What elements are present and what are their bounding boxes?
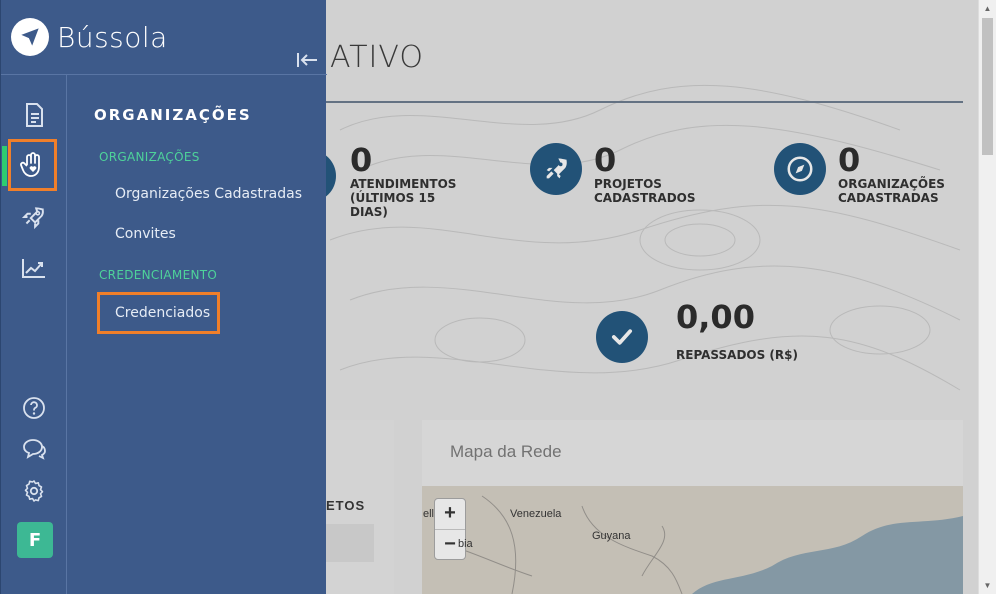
scroll-thumb[interactable] [982,18,993,155]
gear-icon[interactable] [18,475,50,507]
sidebar: Bússola F ORGANIZAÇÕES ORGANIZAÇÕES Orga… [0,0,327,594]
menu-item-credenciados[interactable]: Credenciados [115,305,210,321]
icon-rail [1,75,67,594]
section-header-credenciamento: CREDENCIAMENTO [99,268,218,282]
section-header-organizacoes: ORGANIZAÇÕES [99,150,200,164]
compass-logo-icon [11,18,49,56]
menu-item-organizacoes-cadastradas[interactable]: Organizações Cadastradas [115,186,302,202]
document-icon[interactable] [18,99,50,131]
scroll-down-icon[interactable]: ▼ [979,577,996,594]
help-icon[interactable] [18,392,50,424]
chat-icon[interactable] [18,433,50,465]
menu-title: ORGANIZAÇÕES [94,106,252,124]
active-indicator [2,146,7,186]
chart-trend-icon[interactable] [18,252,50,284]
brand[interactable]: Bússola [11,15,168,59]
avatar[interactable]: F [17,522,53,558]
menu-item-convites[interactable]: Convites [115,226,176,242]
hand-heart-icon[interactable] [8,139,57,191]
scroll-up-icon[interactable]: ▲ [979,0,996,17]
collapse-sidebar-icon[interactable] [295,50,319,70]
rocket-nav-icon[interactable] [18,201,50,233]
vertical-scrollbar[interactable]: ▲ ▼ [978,0,996,594]
brand-name: Bússola [57,20,168,54]
